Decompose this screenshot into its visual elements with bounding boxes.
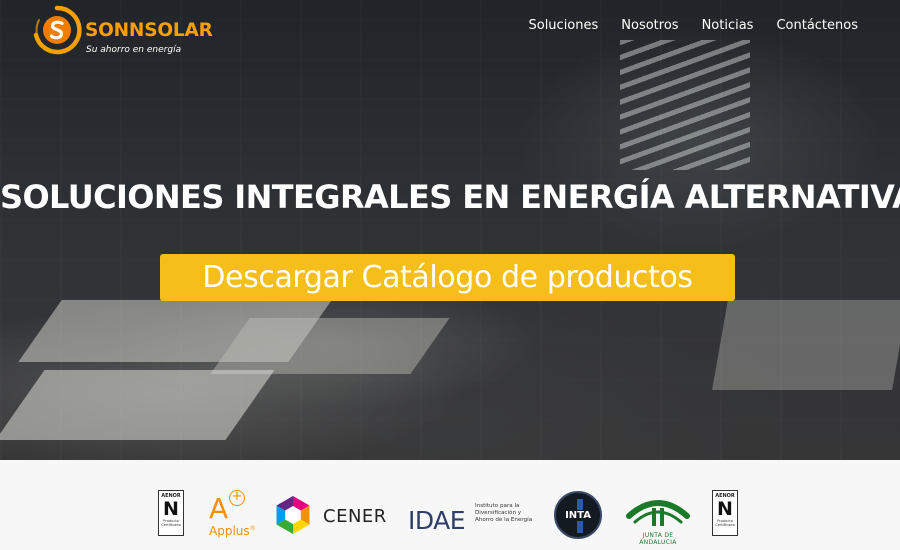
brand-logo-link[interactable]: SONNSOLAR Su ahorro en energía [31, 4, 213, 62]
junta-andalucia-logo: JUNTA DE ANDALUCIA [623, 492, 693, 546]
aenor-n-icon: N [163, 498, 179, 520]
main-nav: Soluciones Nosotros Noticias Contáctenos [528, 18, 858, 33]
idae-wordmark: IDAE [408, 506, 466, 535]
inta-emblem-icon: INTA [554, 491, 602, 539]
inta-logo: INTA [554, 491, 602, 539]
sun-logo-icon [33, 5, 82, 55]
applus-logo: A + Applus® [209, 490, 256, 540]
cener-logo: CENER [273, 495, 393, 535]
aenor-subtitle: Producto Certificado [715, 519, 735, 528]
junta-emblem-icon [626, 500, 690, 526]
brand-name: SONNSOLAR [85, 20, 213, 41]
download-catalog-button[interactable]: Descargar Catálogo de productos [160, 254, 735, 301]
aenor-certificate-logo: AENOR N Producto Certificado [712, 490, 738, 536]
nav-item-contactenos[interactable]: Contáctenos [776, 18, 858, 33]
hexagon-icon [276, 496, 310, 534]
aenor-subtitle: Producto Certificado [161, 519, 181, 528]
background-solar-panel [0, 370, 275, 440]
applus-a-glyph: A [209, 492, 229, 525]
nav-item-nosotros[interactable]: Nosotros [621, 18, 678, 33]
nav-item-soluciones[interactable]: Soluciones [528, 18, 598, 33]
applus-wordmark: Applus® [209, 524, 256, 538]
background-staircase [620, 40, 750, 170]
junta-wordmark: JUNTA DE ANDALUCIA [639, 532, 677, 546]
hero-section: SONNSOLAR Su ahorro en energía Solucione… [0, 0, 900, 460]
inta-wordmark: INTA [563, 509, 593, 521]
cener-wordmark: CENER [323, 506, 387, 527]
idae-logo: IDAE Instituto para la Diversificación y… [408, 502, 538, 535]
aenor-n-icon: N [717, 498, 733, 520]
brand-tagline: Su ahorro en energía [86, 45, 182, 55]
nav-item-noticias[interactable]: Noticias [702, 18, 754, 33]
partners-bar: AENOR N Producto Certificado A + Applus®… [0, 460, 900, 550]
background-solar-panel [712, 300, 900, 390]
background-solar-panel [210, 318, 450, 374]
hero-title: SOLUCIONES INTEGRALES EN ENERGÍA ALTERNA… [0, 178, 900, 216]
plus-circle-icon: + [229, 490, 245, 506]
idae-subtitle: Instituto para la Diversificación y Ahor… [475, 503, 533, 523]
aenor-certificate-logo: AENOR N Producto Certificado [158, 490, 184, 536]
